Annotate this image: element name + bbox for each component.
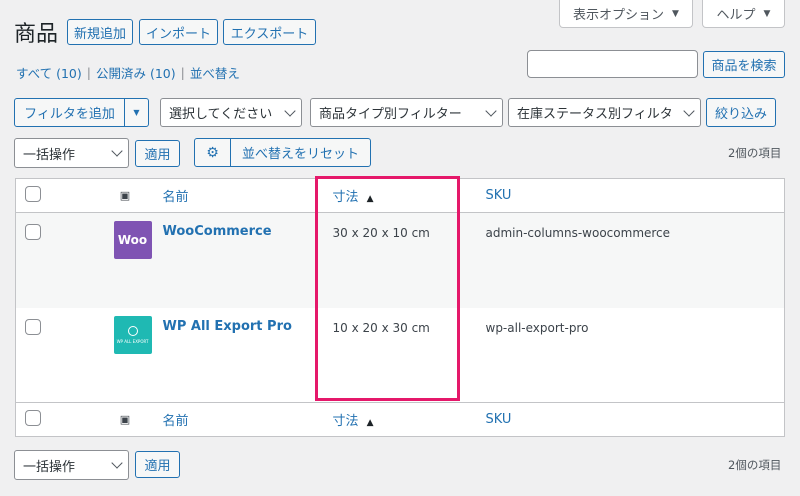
chevron-down-icon bbox=[284, 105, 296, 117]
table-footer: ▣ 名前 寸法 ▲ SKU bbox=[15, 402, 785, 437]
bulk-action-select[interactable]: 一括操作 bbox=[14, 138, 129, 168]
product-sku: wp-all-export-pro bbox=[485, 320, 589, 335]
product-name-link[interactable]: WP All Export Pro bbox=[163, 319, 292, 334]
bulk-action-value: 一括操作 bbox=[23, 147, 76, 163]
chevron-down-icon bbox=[111, 457, 123, 469]
help-button[interactable]: ヘルプ ▼ bbox=[702, 0, 785, 28]
select-all-checkbox-footer[interactable] bbox=[25, 409, 41, 426]
view-published-link[interactable]: 公開済み (10) bbox=[96, 63, 176, 82]
table-row: WP ALL EXPORT WP All Export Pro 10 x 20 … bbox=[15, 307, 785, 403]
gear-icon: ⚙ bbox=[195, 139, 231, 166]
apply-button-bottom[interactable]: 適用 bbox=[135, 451, 180, 478]
caret-down-icon: ▼ bbox=[672, 8, 679, 19]
reset-sort-button[interactable]: ⚙ 並べ替えをリセット bbox=[194, 138, 371, 167]
column-name-footer[interactable]: 名前 bbox=[163, 414, 189, 429]
view-links: すべて (10) | 公開済み (10) | 並べ替え bbox=[16, 63, 240, 82]
stock-status-select-value: 在庫ステータス別フィルタ bbox=[517, 107, 673, 122]
search-products-button[interactable]: 商品を検索 bbox=[703, 51, 785, 78]
export-button[interactable]: エクスポート bbox=[223, 19, 316, 45]
product-dimensions: 10 x 20 x 30 cm bbox=[332, 320, 430, 335]
products-table: ▣ 名前 寸法 ▲ SKU Woo WooCommerce 30 x 20 x … bbox=[15, 178, 785, 437]
product-dimensions: 30 x 20 x 10 cm bbox=[332, 226, 430, 240]
image-icon: ▣ bbox=[119, 189, 131, 202]
product-type-select-value: 商品タイプ別フィルター bbox=[319, 107, 462, 122]
product-sku: admin-columns-woocommerce bbox=[485, 226, 671, 240]
row-checkbox[interactable] bbox=[25, 318, 41, 335]
view-all-link[interactable]: すべて (10) bbox=[16, 63, 82, 82]
chevron-down-icon bbox=[485, 105, 497, 117]
column-sku-header[interactable]: SKU bbox=[486, 188, 512, 203]
search-input[interactable] bbox=[527, 50, 698, 78]
table-row: Woo WooCommerce 30 x 20 x 10 cm admin-co… bbox=[15, 212, 785, 308]
caret-down-icon: ▼ bbox=[133, 108, 140, 117]
bulk-action-value: 一括操作 bbox=[23, 459, 76, 475]
filter-button[interactable]: 絞り込み bbox=[706, 98, 776, 127]
import-button[interactable]: インポート bbox=[139, 19, 218, 45]
select-all-checkbox[interactable] bbox=[25, 185, 41, 202]
apply-button[interactable]: 適用 bbox=[135, 140, 180, 167]
product-thumbnail[interactable]: WP ALL EXPORT bbox=[113, 315, 152, 354]
screen-options-label: 表示オプション bbox=[573, 8, 665, 23]
row-checkbox[interactable] bbox=[25, 224, 41, 240]
chevron-down-icon bbox=[111, 145, 123, 157]
help-label: ヘルプ bbox=[716, 8, 756, 23]
cloud-icon bbox=[127, 325, 138, 336]
woo-logo-text: Woo bbox=[117, 233, 148, 247]
separator: | bbox=[180, 65, 185, 80]
screen-options-button[interactable]: 表示オプション ▼ bbox=[559, 0, 693, 28]
bulk-action-select-bottom[interactable]: 一括操作 bbox=[14, 450, 129, 480]
sort-asc-icon: ▲ bbox=[366, 194, 374, 204]
category-select-value: 選択してください bbox=[169, 107, 273, 122]
reset-sort-label: 並べ替えをリセット bbox=[241, 147, 359, 162]
product-thumbnail[interactable]: Woo bbox=[113, 221, 152, 259]
category-select[interactable]: 選択してください bbox=[160, 98, 302, 127]
product-name-link[interactable]: WooCommerce bbox=[163, 224, 272, 239]
add-filter-dropdown[interactable]: ▼ bbox=[124, 98, 149, 127]
sort-asc-icon: ▲ bbox=[366, 418, 374, 428]
chevron-down-icon bbox=[683, 105, 695, 117]
separator: | bbox=[86, 65, 91, 80]
stock-status-select[interactable]: 在庫ステータス別フィルタ bbox=[508, 98, 701, 127]
image-icon: ▣ bbox=[119, 413, 131, 426]
wpae-logo-text: WP ALL EXPORT bbox=[116, 338, 149, 344]
item-count-bottom: 2個の項目 bbox=[728, 458, 782, 472]
view-sorting-link[interactable]: 並べ替え bbox=[190, 63, 240, 82]
column-name-header[interactable]: 名前 bbox=[163, 190, 189, 205]
add-new-button[interactable]: 新規追加 bbox=[67, 19, 133, 45]
column-sku-footer[interactable]: SKU bbox=[486, 412, 512, 427]
add-filter-button[interactable]: フィルタを追加 bbox=[14, 98, 125, 127]
column-dimensions-header[interactable]: 寸法 bbox=[333, 190, 359, 205]
product-type-select[interactable]: 商品タイプ別フィルター bbox=[310, 98, 503, 127]
table-header: ▣ 名前 寸法 ▲ SKU bbox=[15, 179, 785, 213]
item-count: 2個の項目 bbox=[728, 146, 782, 160]
column-dimensions-footer[interactable]: 寸法 bbox=[333, 414, 359, 429]
caret-down-icon: ▼ bbox=[763, 8, 771, 19]
page-title: 商品 bbox=[14, 22, 59, 47]
